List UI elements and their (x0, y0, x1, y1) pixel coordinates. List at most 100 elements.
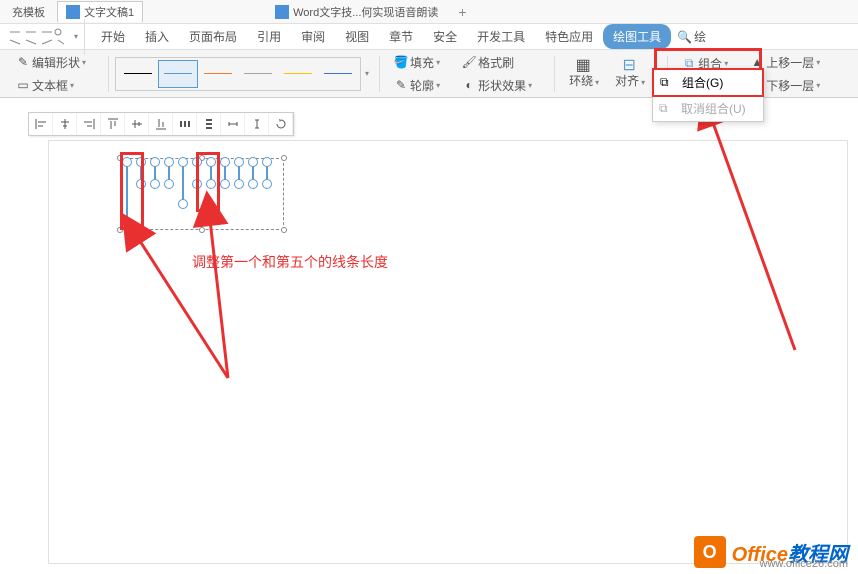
ungroup-menu-item: ⧉ 取消组合(U) (653, 96, 763, 121)
annotation-text: 调整第一个和第五个的线条长度 (192, 252, 388, 272)
watermark-url: www.office26.com (760, 558, 848, 570)
group-dropdown: ⧉ 组合(G) ⧉ 取消组合(U) (652, 68, 764, 122)
line-style-1[interactable] (118, 60, 158, 88)
selection-handle[interactable] (281, 155, 287, 161)
ungroup-item-label: 取消组合(U) (681, 100, 746, 117)
group-icon: ⧉ (660, 75, 676, 91)
tab-section[interactable]: 章节 (379, 24, 423, 49)
line-shape-11[interactable] (266, 162, 268, 184)
gallery-expand-icon[interactable]: ▾ (365, 69, 369, 78)
line-style-4[interactable] (238, 60, 278, 88)
group-menu-item[interactable]: ⧉ 组合(G) (652, 68, 764, 97)
line-shape-10[interactable] (252, 162, 254, 184)
outline-button[interactable]: ✎ 轮廓 ▾ (388, 75, 446, 96)
quick-shapes[interactable] (8, 28, 66, 46)
doc-icon (275, 5, 289, 19)
fill-group: 🪣 填充 ▾ ✎ 轮廓 ▾ 🖌 格式刷 ◐ 形状效果 ▾ (386, 52, 540, 96)
rotate-button[interactable] (269, 113, 293, 135)
tab-security[interactable]: 安全 (423, 24, 467, 49)
document-tab-3[interactable]: Word文字技...何实现语音朗读 (267, 2, 446, 22)
group-item-label: 组合(G) (682, 74, 723, 91)
shapes-expand-icon[interactable]: ▾ (74, 32, 78, 41)
ribbon-tabs: ▾ 开始 插入 页面布局 引用 审阅 视图 章节 安全 开发工具 特色应用 绘图… (0, 24, 858, 50)
selection-handle[interactable] (199, 227, 205, 233)
watermark: O Office教程网 www.office26.com (694, 536, 848, 568)
tab-page-layout[interactable]: 页面布局 (179, 24, 247, 49)
separator (554, 56, 555, 92)
align-icon: ⊟ (622, 58, 636, 72)
line-style-3[interactable] (198, 60, 238, 88)
tab-reference[interactable]: 引用 (247, 24, 291, 49)
edit-shape-icon: ✎ (16, 55, 30, 69)
text-box-label: 文本框 (32, 77, 68, 94)
align-right-button[interactable] (77, 113, 101, 135)
outline-icon: ✎ (394, 78, 408, 92)
wrap-icon: ▦ (576, 58, 590, 72)
highlight-box-2 (196, 152, 220, 212)
fill-label: 填充 (410, 54, 434, 71)
caret-icon: ▾ (816, 58, 820, 67)
tab-label: 充模板 (12, 4, 45, 20)
line-shape-4[interactable] (168, 162, 170, 184)
edit-group: ✎ 编辑形状 ▾ ▭ 文本框 ▾ (8, 52, 94, 96)
selection-handle[interactable] (281, 227, 287, 233)
new-tab-button[interactable]: + (458, 4, 466, 20)
align-bottom-button[interactable] (149, 113, 173, 135)
align-left-button[interactable] (29, 113, 53, 135)
tab-review[interactable]: 审阅 (291, 24, 335, 49)
bring-forward-label: 上移一层 (766, 54, 814, 71)
search-text[interactable]: 绘 (692, 24, 716, 49)
equal-width-button[interactable] (221, 113, 245, 135)
document-tab-1[interactable]: 充模板 (4, 2, 53, 22)
align-center-h-button[interactable] (53, 113, 77, 135)
align-toolbar (28, 112, 294, 136)
distribute-h-button[interactable] (173, 113, 197, 135)
format-painter-label: 格式刷 (478, 54, 514, 71)
tab-dev-tools[interactable]: 开发工具 (467, 24, 535, 49)
fill-button[interactable]: 🪣 填充 ▾ (388, 52, 446, 73)
line-shape-8[interactable] (224, 162, 226, 184)
line-style-2[interactable] (158, 60, 198, 88)
ungroup-icon: ⧉ (659, 101, 675, 117)
tab-drawing-tools[interactable]: 绘图工具 (603, 24, 671, 49)
format-painter-icon: 🖌 (462, 55, 476, 69)
tab-insert[interactable]: 插入 (135, 24, 179, 49)
line-shape-9[interactable] (238, 162, 240, 184)
text-box-button[interactable]: ▭ 文本框 ▾ (10, 75, 92, 96)
distribute-v-button[interactable] (197, 113, 221, 135)
tab-start[interactable]: 开始 (91, 24, 135, 49)
caret-icon: ▾ (436, 81, 440, 90)
format-painter-button[interactable]: 🖌 格式刷 (456, 52, 538, 73)
caret-icon: ▾ (528, 81, 532, 90)
align-top-button[interactable] (101, 113, 125, 135)
outline-label: 轮廓 (410, 77, 434, 94)
line-style-5[interactable] (278, 60, 318, 88)
line-shape-3[interactable] (154, 162, 156, 184)
shape-effects-button[interactable]: ◐ 形状效果 ▾ (456, 75, 538, 96)
edit-shape-label: 编辑形状 (32, 54, 80, 71)
caret-icon: ▾ (816, 81, 820, 90)
tab-view[interactable]: 视图 (335, 24, 379, 49)
arrange-group: ▦ 环绕▾ ⊟ 对齐▾ (561, 56, 653, 91)
tab-special[interactable]: 特色应用 (535, 24, 603, 49)
document-tab-2[interactable]: 文字文稿1 (57, 1, 143, 22)
align-middle-button[interactable] (125, 113, 149, 135)
shape-effects-label: 形状效果 (478, 77, 526, 94)
caret-icon: ▾ (70, 81, 74, 90)
equal-height-button[interactable] (245, 113, 269, 135)
wrap-label: 环绕 (569, 74, 593, 88)
highlight-box-1 (120, 152, 144, 230)
edit-shape-button[interactable]: ✎ 编辑形状 ▾ (10, 52, 92, 73)
line-shape-5[interactable] (182, 162, 184, 204)
doc-icon (66, 5, 80, 19)
wrap-button[interactable]: ▦ 环绕▾ (563, 56, 605, 91)
title-bar: 充模板 文字文稿1 Word文字技...何实现语音朗读 + (0, 0, 858, 24)
line-style-gallery[interactable] (115, 57, 361, 91)
align-button[interactable]: ⊟ 对齐▾ (609, 56, 651, 91)
effects-icon: ◐ (462, 78, 476, 92)
search-icon[interactable]: 🔍 (677, 30, 692, 44)
text-box-icon: ▭ (16, 78, 30, 92)
align-label: 对齐 (615, 74, 639, 88)
send-backward-label: 下移一层 (766, 77, 814, 94)
line-style-6[interactable] (318, 60, 358, 88)
